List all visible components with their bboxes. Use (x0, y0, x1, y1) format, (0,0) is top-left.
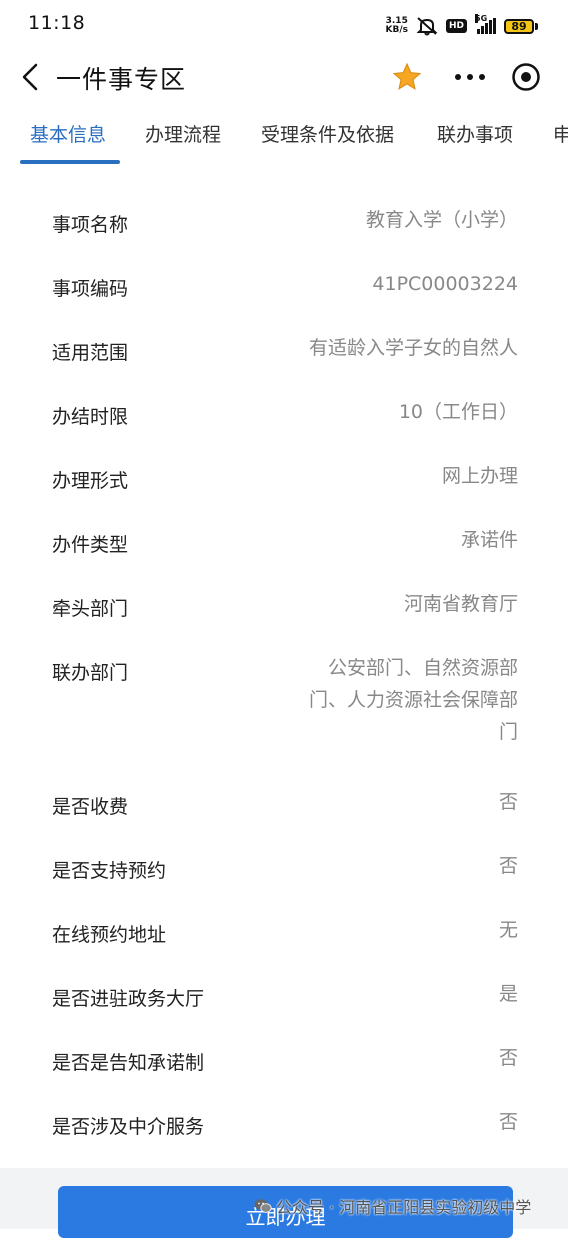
status-icons: 3.15 KB/s HD 5G 89 (386, 14, 538, 38)
tab-joint-items[interactable]: 联办事项 (437, 120, 513, 147)
info-value-line: 门 (498, 721, 518, 743)
info-label: 办理形式 (52, 470, 129, 492)
tab-conditions[interactable]: 受理条件及依据 (261, 120, 394, 147)
status-bar: 11:18 3.15 KB/s HD 5G 89 (0, 0, 568, 50)
header: 一件事专区 (0, 50, 568, 104)
info-value: 是 (498, 983, 518, 1005)
tab-bar: 基本信息 办理流程 受理条件及依据 联办事项 申 (0, 104, 568, 166)
info-label: 是否涉及中介服务 (52, 1116, 205, 1138)
info-value: 否 (498, 855, 518, 877)
mute-alarm-icon (416, 17, 438, 36)
info-label: 是否进驻政务大厅 (52, 988, 205, 1010)
info-label: 是否是告知承诺制 (52, 1052, 205, 1074)
info-label: 在线预约地址 (52, 924, 167, 946)
close-miniprogram-icon[interactable] (510, 61, 542, 93)
status-time: 11:18 (28, 12, 86, 34)
back-icon[interactable] (18, 62, 42, 92)
info-label: 办件类型 (52, 534, 129, 556)
tab-basic-info[interactable]: 基本信息 (30, 120, 106, 147)
info-label: 适用范围 (52, 342, 129, 364)
tab-process[interactable]: 办理流程 (145, 120, 221, 147)
info-value: 10（工作日） (398, 401, 518, 423)
tab-active-indicator (20, 160, 120, 164)
info-value-multiline: 公安部门、自然资源部 门、人力资源社会保障部 门 (309, 652, 518, 748)
info-label: 事项名称 (52, 214, 129, 236)
wechat-icon (254, 1199, 272, 1213)
info-label: 办结时限 (52, 406, 129, 428)
battery-level: 89 (504, 18, 534, 34)
info-value: 教育入学（小学） (365, 209, 518, 231)
info-value: 41PC00003224 (372, 273, 518, 295)
info-value-line: 门、人力资源社会保障部 (308, 689, 518, 711)
favorite-star-icon[interactable] (392, 62, 422, 92)
network-speed: 3.15 KB/s (386, 17, 408, 35)
page-title: 一件事专区 (56, 65, 187, 94)
tab-more[interactable]: 申 (553, 120, 568, 147)
info-value: 否 (498, 1111, 518, 1133)
info-label: 联办部门 (52, 662, 129, 684)
info-value: 否 (498, 791, 518, 813)
info-value: 否 (498, 1047, 518, 1069)
info-label: 牵头部门 (52, 598, 129, 620)
network-type: 5G (475, 14, 488, 23)
info-value: 河南省教育厅 (403, 593, 518, 615)
info-value-line: 公安部门、自然资源部 (327, 657, 518, 679)
info-value: 承诺件 (460, 529, 518, 551)
more-icon[interactable] (452, 62, 488, 92)
network-speed-unit: KB/s (385, 25, 408, 35)
info-value: 无 (498, 919, 518, 941)
info-value: 网上办理 (441, 465, 518, 487)
watermark: 公众号 · 河南省正阳县实验初级中学 (254, 1194, 531, 1218)
info-label: 是否收费 (52, 796, 129, 818)
section-divider (0, 166, 568, 180)
hd-badge: HD (445, 19, 467, 33)
info-label: 是否支持预约 (52, 860, 167, 882)
info-label: 事项编码 (52, 278, 129, 300)
info-value: 有适龄入学子女的自然人 (308, 337, 518, 359)
battery-icon: 89 (504, 18, 538, 34)
signal-icon: 5G (475, 14, 496, 34)
watermark-text: 公众号 · 河南省正阳县实验初级中学 (276, 1198, 532, 1217)
